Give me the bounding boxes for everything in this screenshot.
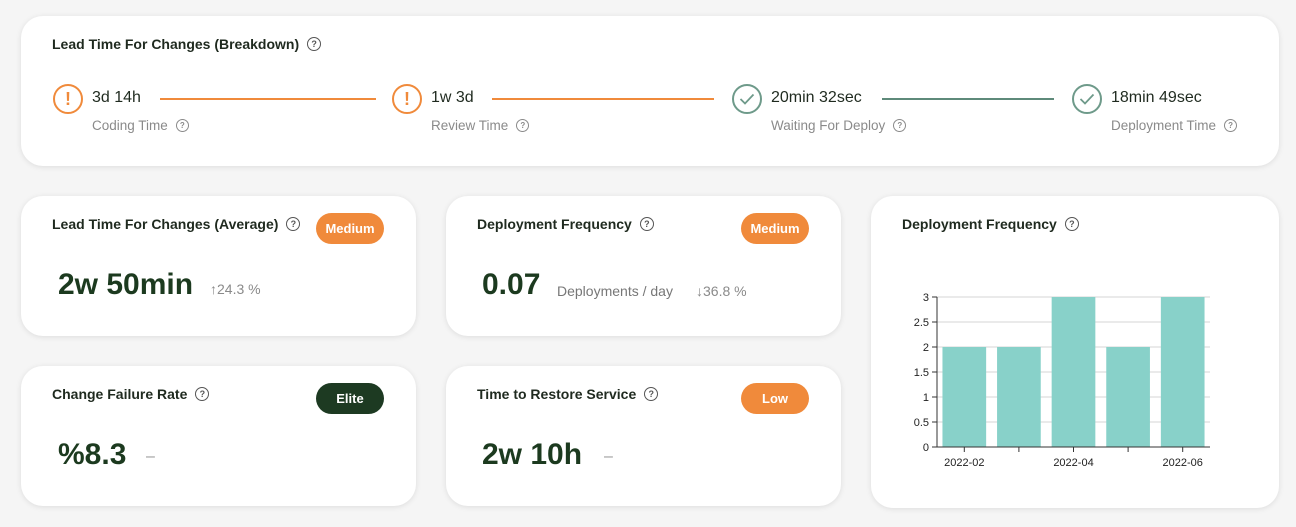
warning-icon: ! bbox=[53, 84, 83, 114]
step-label-text: Deployment Time bbox=[1111, 118, 1217, 133]
x-tick-label: 2022-04 bbox=[1053, 457, 1093, 469]
bar bbox=[1051, 297, 1096, 447]
help-icon[interactable]: ? bbox=[175, 119, 189, 132]
step-label-text: Waiting For Deploy bbox=[771, 118, 886, 133]
card-title-text: Time to Restore Service bbox=[477, 386, 637, 402]
time-to-restore-card: Time to Restore Service ? Low 2w 10h – bbox=[446, 366, 841, 506]
y-tick-label: 2.5 bbox=[914, 317, 929, 329]
change-failure-rate-card: Change Failure Rate ? Elite %8.3 – bbox=[21, 366, 416, 506]
help-icon[interactable]: ? bbox=[639, 217, 654, 231]
help-icon[interactable]: ? bbox=[516, 119, 530, 132]
breakdown-title-text: Lead Time For Changes (Breakdown) bbox=[52, 36, 300, 52]
y-tick-label: 0.5 bbox=[914, 417, 929, 429]
bar bbox=[1106, 347, 1150, 447]
metric-value: %8.3 bbox=[58, 438, 127, 471]
y-tick-label: 2 bbox=[923, 342, 929, 354]
card-title-text: Deployment Frequency bbox=[477, 216, 632, 232]
deployment-frequency-card: Deployment Frequency ? Medium 0.07 Deplo… bbox=[446, 196, 841, 336]
step-label: Coding Time ? bbox=[92, 118, 189, 133]
step-label: Deployment Time ? bbox=[1111, 118, 1238, 133]
status-badge: Medium bbox=[741, 213, 809, 244]
step-connector bbox=[160, 98, 376, 100]
y-tick-label: 3 bbox=[923, 292, 929, 304]
status-badge: Medium bbox=[316, 213, 384, 244]
check-icon bbox=[1072, 84, 1102, 114]
card-title: Change Failure Rate ? bbox=[52, 386, 210, 402]
card-title: Lead Time For Changes (Average) ? bbox=[52, 216, 301, 232]
step-label-text: Review Time bbox=[431, 118, 509, 133]
metric-unit: Deployments / day bbox=[557, 283, 673, 299]
card-title: Time to Restore Service ? bbox=[477, 386, 659, 402]
bar bbox=[942, 347, 987, 447]
help-icon[interactable]: ? bbox=[307, 37, 322, 51]
card-title-text: Lead Time For Changes (Average) bbox=[52, 216, 279, 232]
card-title: Deployment Frequency ? bbox=[477, 216, 654, 232]
bar bbox=[997, 347, 1041, 447]
card-title-text: Change Failure Rate bbox=[52, 386, 188, 402]
warning-icon: ! bbox=[392, 84, 422, 114]
check-icon bbox=[732, 84, 762, 114]
x-tick-label: 2022-06 bbox=[1163, 457, 1203, 469]
step-value: 20min 32sec bbox=[771, 89, 862, 106]
help-icon[interactable]: ? bbox=[644, 387, 659, 401]
help-icon[interactable]: ? bbox=[286, 217, 301, 231]
step-value: 1w 3d bbox=[431, 89, 474, 106]
metric-value: 0.07 bbox=[482, 268, 541, 301]
status-badge: Low bbox=[741, 383, 809, 414]
metric-value: 2w 50min bbox=[58, 268, 194, 301]
step-label: Review Time ? bbox=[431, 118, 530, 133]
help-icon[interactable]: ? bbox=[893, 119, 907, 132]
lead-time-average-card: Lead Time For Changes (Average) ? Medium… bbox=[21, 196, 416, 336]
y-tick-label: 1.5 bbox=[914, 367, 929, 379]
y-tick-label: 0 bbox=[923, 442, 929, 454]
step-connector bbox=[492, 98, 714, 100]
bar bbox=[1160, 297, 1205, 447]
delta-text: 24.3 % bbox=[217, 281, 261, 297]
step-label-text: Coding Time bbox=[92, 118, 168, 133]
arrow-down-icon: ↓ bbox=[696, 283, 703, 299]
step-label: Waiting For Deploy ? bbox=[771, 118, 907, 133]
deployment-frequency-chart-card: Deployment Frequency ? 0 0.5 1 1.5 2 2.5 3 2022… bbox=[871, 196, 1279, 508]
metric-delta: – bbox=[146, 448, 155, 465]
step-value: 18min 49sec bbox=[1111, 89, 1202, 106]
metric-value: 2w 10h bbox=[482, 438, 583, 471]
y-tick-label: 1 bbox=[923, 392, 929, 404]
help-icon[interactable]: ? bbox=[195, 387, 210, 401]
x-tick-label: 2022-02 bbox=[944, 457, 984, 469]
metric-delta: – bbox=[604, 448, 613, 465]
arrow-up-icon: ↑ bbox=[210, 281, 217, 297]
metric-delta: ↑24.3 % bbox=[210, 281, 261, 297]
step-value: 3d 14h bbox=[92, 89, 141, 106]
help-icon[interactable]: ? bbox=[1224, 119, 1238, 132]
step-connector bbox=[882, 98, 1054, 100]
status-badge: Elite bbox=[316, 383, 384, 414]
breakdown-title: Lead Time For Changes (Breakdown) ? bbox=[52, 36, 322, 52]
metric-delta: ↓36.8 % bbox=[696, 283, 747, 299]
delta-text: 36.8 % bbox=[703, 283, 747, 299]
deployment-frequency-chart: 0 0.5 1 1.5 2 2.5 3 2022-02 2022-04 2022-06 bbox=[914, 292, 1210, 469]
